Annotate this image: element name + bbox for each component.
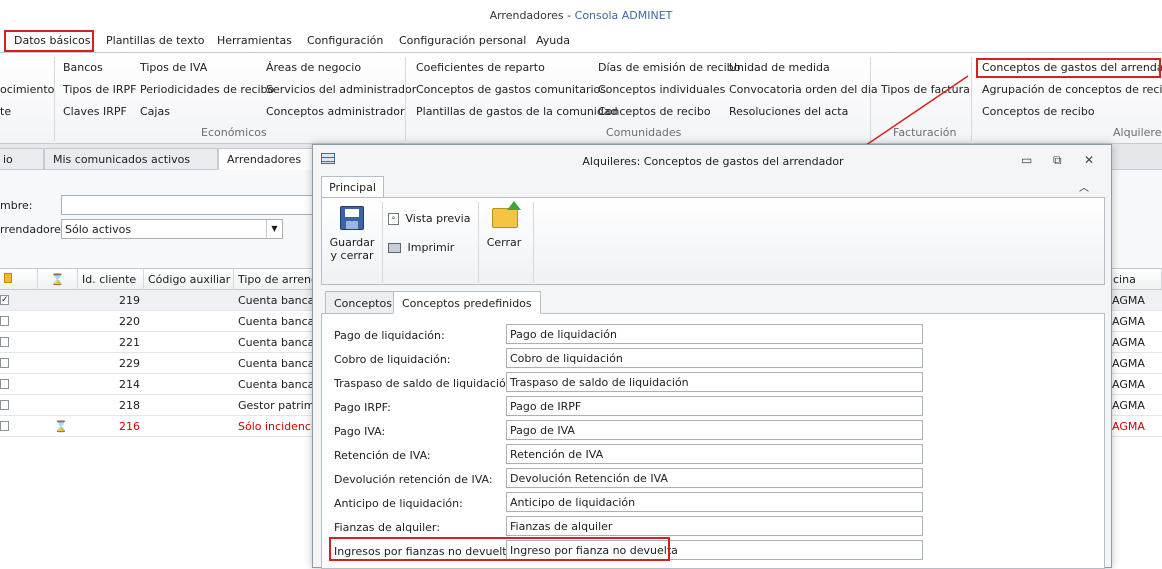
close-label: Cerrar [486, 236, 522, 249]
tab-conceptos[interactable]: Conceptos [325, 291, 401, 314]
label-retencion-iva: Retención de IVA: [334, 449, 431, 462]
input-retencion-iva[interactable]: Retención de IVA [506, 444, 923, 464]
label-devolucion-retencion: Devolución retención de IVA: [334, 473, 493, 486]
label-pago-irpf: Pago IRPF: [334, 401, 391, 414]
collapse-ribbon-icon[interactable]: ︿ [1079, 179, 1089, 194]
save-close-button[interactable]: Guardar y cerrar [328, 202, 376, 268]
folder-open-icon [492, 201, 521, 228]
label-cobro-liquidacion: Cobro de liquidación: [334, 353, 451, 366]
dialog-tabs: Conceptos Conceptos predefinidos [321, 291, 1105, 314]
preview-button[interactable]: ⌕ Vista previa [388, 212, 470, 225]
label-fianzas-alquiler: Fianzas de alquiler: [334, 521, 440, 534]
input-cobro-liquidacion[interactable]: Cobro de liquidación [506, 348, 923, 368]
save-label-1: Guardar [329, 236, 375, 249]
input-fianzas-alquiler[interactable]: Fianzas de alquiler [506, 516, 923, 536]
minimize-button[interactable]: ▭ [1021, 153, 1032, 167]
tab-conceptos-predefinidos[interactable]: Conceptos predefinidos [393, 291, 541, 314]
label-traspaso-saldo: Traspaso de saldo de liquidación: [334, 377, 517, 390]
input-pago-irpf[interactable]: Pago de IRPF [506, 396, 923, 416]
print-button[interactable]: Imprimir [388, 241, 454, 254]
restore-button[interactable]: ⧉ [1053, 153, 1062, 168]
ribbon-tab-principal[interactable]: Principal [321, 176, 384, 197]
save-label-2: y cerrar [330, 249, 374, 262]
ribbon-separator [382, 202, 383, 282]
input-traspaso-saldo[interactable]: Traspaso de saldo de liquidación [506, 372, 923, 392]
form-conceptos-predefinidos: Pago de liquidación: Pago de liquidación… [321, 313, 1105, 569]
ribbon-separator [533, 202, 534, 282]
label-pago-iva: Pago IVA: [334, 425, 386, 438]
print-label: Imprimir [407, 241, 455, 254]
input-pago-liquidacion[interactable]: Pago de liquidación [506, 324, 923, 344]
input-devolucion-retencion[interactable]: Devolución Retención de IVA [506, 468, 923, 488]
ribbon-separator [478, 202, 479, 282]
dialog-conceptos-gastos: Alquileres: Conceptos de gastos del arre… [312, 144, 1112, 569]
save-icon [340, 206, 364, 230]
close-button[interactable]: ✕ [1084, 153, 1094, 167]
input-anticipo-liquidacion[interactable]: Anticipo de liquidación [506, 492, 923, 512]
dialog-ribbon: Guardar y cerrar ⌕ Vista previa Imprimir… [321, 197, 1105, 285]
magnifier-icon: ⌕ [388, 213, 399, 225]
dialog-title: Alquileres: Conceptos de gastos del arre… [582, 155, 844, 168]
highlight-ingresos-fianzas [329, 537, 670, 561]
input-pago-iva[interactable]: Pago de IVA [506, 420, 923, 440]
preview-label: Vista previa [405, 212, 471, 225]
printer-icon [388, 243, 401, 253]
label-pago-liquidacion: Pago de liquidación: [334, 329, 445, 342]
close-dialog-button[interactable]: Cerrar [484, 201, 524, 268]
label-anticipo-liquidacion: Anticipo de liquidación: [334, 497, 463, 510]
